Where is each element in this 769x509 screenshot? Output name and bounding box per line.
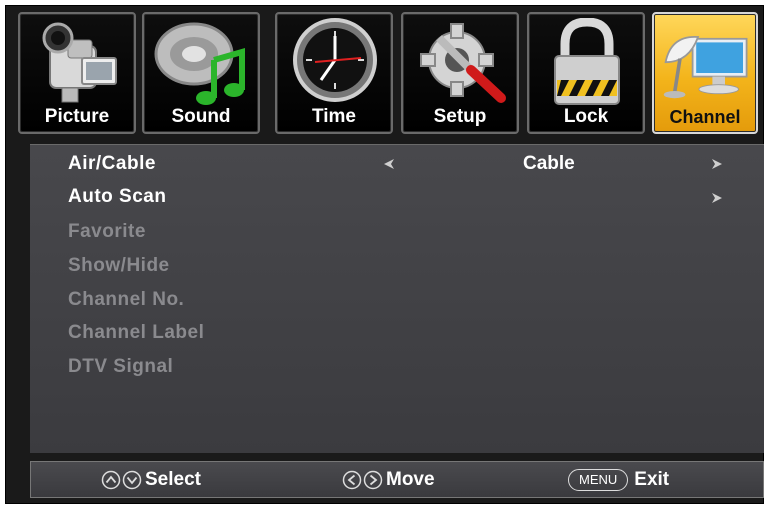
arrow-left-icon[interactable] bbox=[382, 157, 396, 171]
left-right-keys-icon bbox=[342, 470, 383, 490]
tab-label: Setup bbox=[433, 106, 487, 127]
hint-select: Select bbox=[101, 462, 201, 497]
menu-item-label: Favorite bbox=[68, 221, 146, 242]
tab-time[interactable]: Time bbox=[275, 12, 393, 134]
padlock-icon bbox=[554, 18, 620, 105]
tab-label: Channel bbox=[669, 107, 741, 127]
menu-item-air-cable[interactable]: Air/Cable bbox=[68, 150, 156, 178]
clock-icon bbox=[293, 18, 377, 102]
menu-item-dtv-signal: DTV Signal bbox=[68, 353, 173, 381]
hint-select-label: Select bbox=[145, 469, 201, 490]
tab-bar: Picture Sound Time Setup Lock Channel bbox=[18, 12, 758, 136]
tab-setup[interactable]: Setup bbox=[401, 12, 519, 134]
menu-item-label: Air/Cable bbox=[68, 153, 156, 174]
menu-key-icon: MENU bbox=[568, 468, 629, 491]
menu-item-favorite: Favorite bbox=[68, 218, 146, 246]
arrow-right-icon[interactable] bbox=[710, 157, 724, 171]
key-hint-bar: Select Move MENU Exit bbox=[30, 461, 764, 498]
tab-lock[interactable]: Lock bbox=[527, 12, 645, 134]
menu-item-label: Show/Hide bbox=[68, 255, 170, 276]
tab-label: Lock bbox=[563, 106, 609, 127]
air-cable-value: Cable bbox=[523, 153, 575, 174]
hint-move: Move bbox=[342, 462, 435, 497]
gear-wrench-icon bbox=[420, 23, 506, 103]
menu-item-channel-no: Channel No. bbox=[68, 286, 184, 314]
tab-label: Picture bbox=[44, 106, 110, 127]
hint-exit-label: Exit bbox=[634, 469, 670, 490]
hint-move-label: Move bbox=[386, 469, 435, 490]
menu-item-label: Auto Scan bbox=[68, 186, 167, 207]
camcorder-icon bbox=[42, 22, 117, 103]
up-down-keys-icon bbox=[101, 470, 142, 490]
channel-menu-panel: Air/Cable Cable Auto Scan Favorite Show/… bbox=[30, 144, 764, 453]
menu-item-auto-scan[interactable]: Auto Scan bbox=[68, 183, 166, 211]
menu-item-label: Channel Label bbox=[68, 322, 205, 343]
tab-label: Time bbox=[311, 106, 356, 127]
satellite-dish-monitor-icon bbox=[663, 36, 748, 99]
tab-sound[interactable]: Sound bbox=[142, 12, 260, 134]
music-note-icon bbox=[154, 22, 245, 105]
arrow-right-icon[interactable] bbox=[710, 191, 724, 205]
menu-item-show-hide: Show/Hide bbox=[68, 252, 170, 280]
hint-exit: MENU Exit bbox=[568, 462, 669, 497]
tab-picture[interactable]: Picture bbox=[18, 12, 136, 134]
tab-label: Sound bbox=[171, 106, 231, 127]
tab-channel[interactable]: Channel bbox=[652, 12, 758, 134]
menu-item-label: Channel No. bbox=[68, 289, 185, 310]
menu-item-channel-label: Channel Label bbox=[68, 319, 204, 347]
menu-item-label: DTV Signal bbox=[68, 356, 174, 377]
